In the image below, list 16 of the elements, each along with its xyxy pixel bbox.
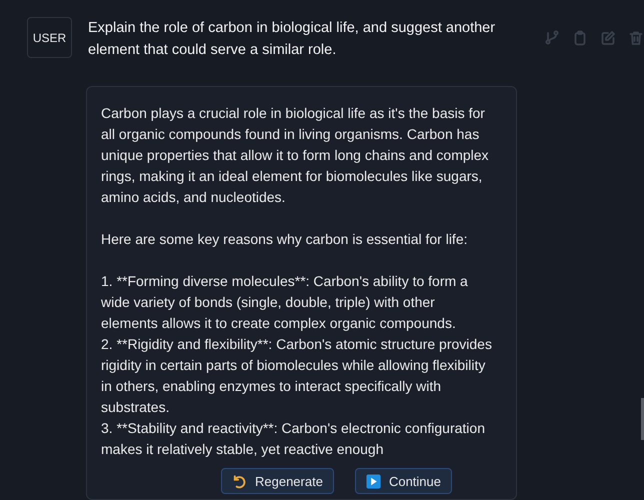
clipboard-icon[interactable] <box>572 30 588 46</box>
response-paragraph: Here are some key reasons why carbon is essential for life: <box>101 230 468 249</box>
list-item: 1. **Forming diverse molecules**: Carbon's ability to form a wide variety of bonds (single, double, triple) with other elements allows it to create complex organic compounds. <box>101 272 469 333</box>
branch-icon[interactable] <box>544 30 560 46</box>
edit-icon[interactable] <box>600 30 616 46</box>
regenerate-button[interactable]: Regenerate <box>221 468 334 494</box>
refresh-icon <box>232 474 247 488</box>
role-label: USER <box>27 17 72 58</box>
response-paragraph: Carbon plays a crucial role in biological life as it's the basis for all organic compounds found in living organisms. Carbon has unique properties that allow it to form long chains and complex rings, making it an ideal element for biomolecules like sugars, amino acids, and nucleotides. <box>101 104 490 207</box>
continue-button[interactable]: Continue <box>354 468 452 494</box>
trash-icon[interactable] <box>628 30 644 46</box>
user-message: Explain the role of carbon in biological life, and suggest another element that could serve a similar role. <box>88 19 496 60</box>
list-item: 2. **Rigidity and flexibility**: Carbon's atomic structure provides rigidity in certain parts of biomolecules while allowing flexibility in others, enabling enzymes to interact specifically with substrates. <box>101 335 493 417</box>
scrollbar-thumb[interactable] <box>641 398 644 440</box>
list-item: 3. **Stability and reactivity**: Carbon's electronic configuration makes it relatively stable, yet reactive enough <box>101 419 486 459</box>
play-icon <box>366 474 381 488</box>
